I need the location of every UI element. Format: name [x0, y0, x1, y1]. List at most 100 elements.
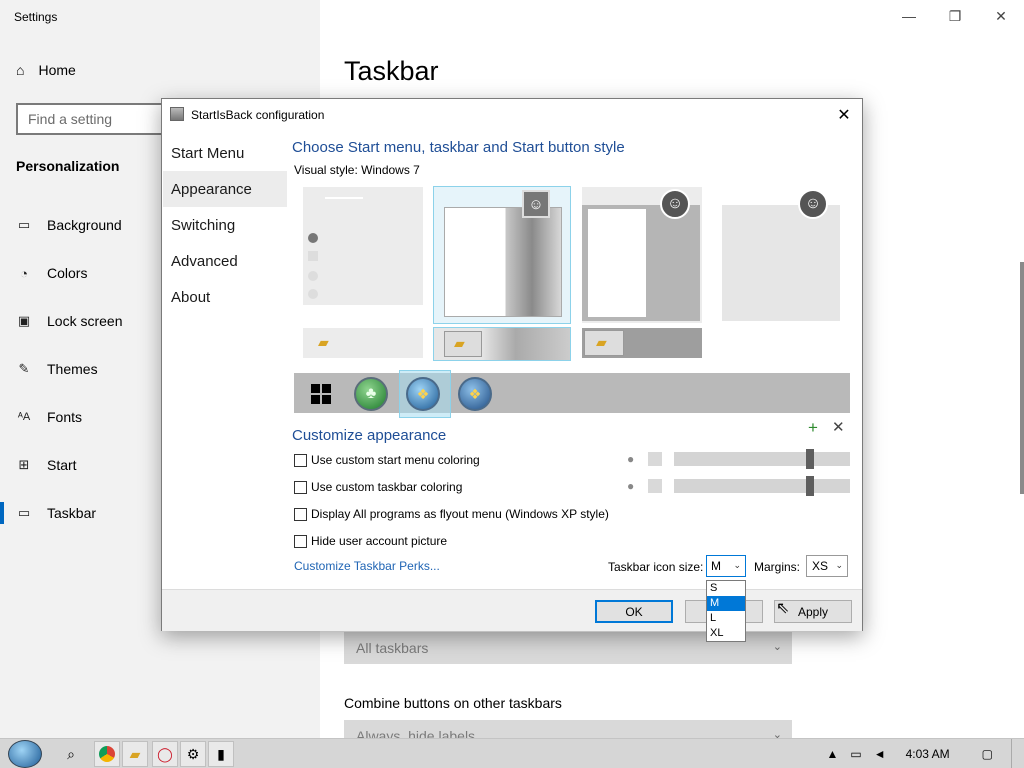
sidebar-item-start[interactable]: ⊞ Start [16, 453, 77, 477]
slider-thumb[interactable] [806, 476, 814, 496]
windows7-orb-icon[interactable]: ❖ [406, 377, 440, 411]
show-desktop-button[interactable] [1011, 739, 1024, 768]
taskbar-style-win10[interactable]: ▰ [303, 328, 423, 358]
sidebar-item-label: Themes [47, 361, 98, 377]
lock-screen-icon: ▣ [17, 313, 31, 328]
sidebar-item-label: Background [47, 217, 122, 233]
close-icon[interactable]: ✕ [830, 101, 858, 129]
network-icon[interactable]: ▭ [844, 747, 867, 761]
visual-style-value: Windows 7 [361, 163, 420, 177]
appearance-panel: Choose Start menu, taskbar and Start but… [292, 135, 854, 589]
dropdown-value: Always, hide labels [356, 728, 476, 738]
option-s[interactable]: S [707, 581, 745, 596]
checkbox-label: Use custom start menu coloring [311, 453, 480, 467]
checkbox[interactable] [294, 534, 307, 548]
customize-heading: Customize appearance [292, 427, 447, 444]
clock[interactable]: 4:03 AM [892, 747, 964, 761]
file-explorer-icon[interactable]: ▰ [122, 741, 148, 767]
style-thumbnail-win10[interactable] [303, 187, 423, 305]
checkbox[interactable] [294, 507, 307, 521]
chevron-down-icon: ⌄ [835, 560, 843, 570]
checkbox-label: Display All programs as flyout menu (Win… [311, 507, 609, 521]
checkbox-custom-taskbar-coloring[interactable]: Use custom taskbar coloring [294, 480, 462, 494]
margins-label: Margins: [754, 560, 801, 574]
checkbox-flyout-menu[interactable]: Display All programs as flyout menu (Win… [294, 507, 609, 521]
combine-label: Combine buttons on other taskbars [344, 695, 562, 711]
tab-switching[interactable]: Switching [163, 207, 287, 243]
chevron-up-icon[interactable]: ▲ [821, 747, 845, 761]
taskbar-style-win7[interactable]: ▰ [433, 327, 571, 361]
folder-icon: ▰ [318, 334, 329, 350]
checkbox-hide-user-picture[interactable]: Hide user account picture [294, 534, 447, 548]
chrome-icon[interactable] [94, 741, 120, 767]
option-m[interactable]: M [707, 596, 745, 611]
margins-select[interactable]: XS ⌄ [806, 555, 848, 577]
start-icon: ⊞ [18, 457, 30, 472]
tab-start-menu[interactable]: Start Menu [163, 135, 287, 171]
active-indicator [0, 502, 4, 524]
settings-icon[interactable]: ⚙ [180, 741, 206, 767]
sidebar-item-lock-screen[interactable]: ▣ Lock screen [16, 309, 123, 333]
search-icon[interactable]: ⌕ [58, 741, 84, 767]
option-xl[interactable]: XL [707, 626, 745, 641]
color-swatch[interactable] [648, 452, 662, 466]
taskbar-style-win8[interactable]: ▰ [582, 328, 702, 358]
drop-icon: ● [627, 452, 635, 466]
home-label: Home [38, 62, 76, 78]
windows10-logo-icon[interactable] [308, 377, 334, 411]
user-glyph [308, 233, 318, 243]
checkbox-custom-start-coloring[interactable]: Use custom start menu coloring [294, 453, 480, 467]
customize-taskbar-perks-link[interactable]: Customize Taskbar Perks... [294, 559, 440, 573]
minimize-icon[interactable]: — [886, 0, 932, 32]
sidebar-item-themes[interactable]: ✎ Themes [16, 357, 98, 381]
start-menu-opacity-slider[interactable] [674, 449, 850, 469]
option-l[interactable]: L [707, 611, 745, 626]
tab-about[interactable]: About [163, 279, 287, 315]
sidebar-item-label: Lock screen [47, 313, 123, 329]
add-icon[interactable]: + [808, 418, 818, 438]
home-nav-item[interactable]: ⌂ Home [16, 62, 76, 78]
style-heading: Choose Start menu, taskbar and Start but… [292, 139, 625, 156]
sidebar-item-taskbar[interactable]: ▭ Taskbar [16, 501, 96, 525]
start-orb-icon[interactable] [8, 740, 42, 768]
user-avatar-icon: ☺ [660, 189, 690, 219]
color-swatch[interactable] [648, 479, 662, 493]
folder-icon: ▰ [454, 335, 465, 351]
tab-appearance[interactable]: Appearance [163, 171, 287, 207]
sidebar-item-label: Start [47, 457, 77, 473]
dialog-titlebar[interactable]: StartIsBack configuration ✕ [162, 99, 862, 130]
slider-thumb[interactable] [806, 449, 814, 469]
combine-dropdown[interactable]: Always, hide labels ⌄ [344, 720, 792, 738]
visual-style-label: Visual style: [294, 163, 358, 177]
notifications-icon[interactable]: ▢ [964, 747, 1011, 761]
restore-icon[interactable]: ❐ [932, 0, 978, 32]
remove-icon[interactable]: ✕ [832, 418, 845, 436]
themes-icon: ✎ [18, 361, 30, 376]
style-thumbnail-win7[interactable]: ☺ [433, 186, 571, 324]
windows-vista-orb-icon[interactable]: ❖ [458, 377, 492, 411]
sidebar-item-label: Fonts [47, 409, 83, 425]
tab-advanced[interactable]: Advanced [163, 243, 287, 279]
clover-orb-icon[interactable]: ♣ [354, 377, 388, 411]
scrollbar[interactable] [1020, 262, 1024, 494]
ok-button[interactable]: OK [595, 600, 673, 623]
close-icon[interactable]: ✕ [978, 0, 1024, 32]
taskbar-opacity-slider[interactable] [674, 476, 850, 496]
settings-window-title: Settings [14, 10, 58, 24]
checkbox[interactable] [294, 480, 307, 494]
sidebar-item-fonts[interactable]: ᴬA Fonts [16, 405, 82, 429]
sidebar-item-background[interactable]: ▭ Background [16, 213, 122, 237]
user-avatar-icon: ☺ [522, 190, 550, 218]
opera-icon[interactable]: ◯ [152, 741, 178, 767]
style-thumbnail-win10-alt[interactable]: ☺ [722, 187, 842, 323]
sidebar-item-colors[interactable]: ◔ Colors [16, 261, 87, 285]
checkbox[interactable] [294, 453, 307, 467]
startisback-icon[interactable]: ▮ [208, 741, 234, 767]
taskbar: ⌕ ▰ ◯ ⚙ ▮ ▲ ▭ ◄ 4:03 AM ▢ [0, 738, 1024, 768]
icon-size-select[interactable]: M ⌄ [706, 555, 746, 577]
sidebar-item-label: Taskbar [47, 505, 97, 521]
volume-icon[interactable]: ◄ [868, 747, 892, 761]
chevron-down-icon: ⌄ [772, 641, 782, 653]
style-thumbnail-win8[interactable]: ☺ [582, 187, 702, 323]
sidebar-item-label: Colors [47, 265, 88, 281]
